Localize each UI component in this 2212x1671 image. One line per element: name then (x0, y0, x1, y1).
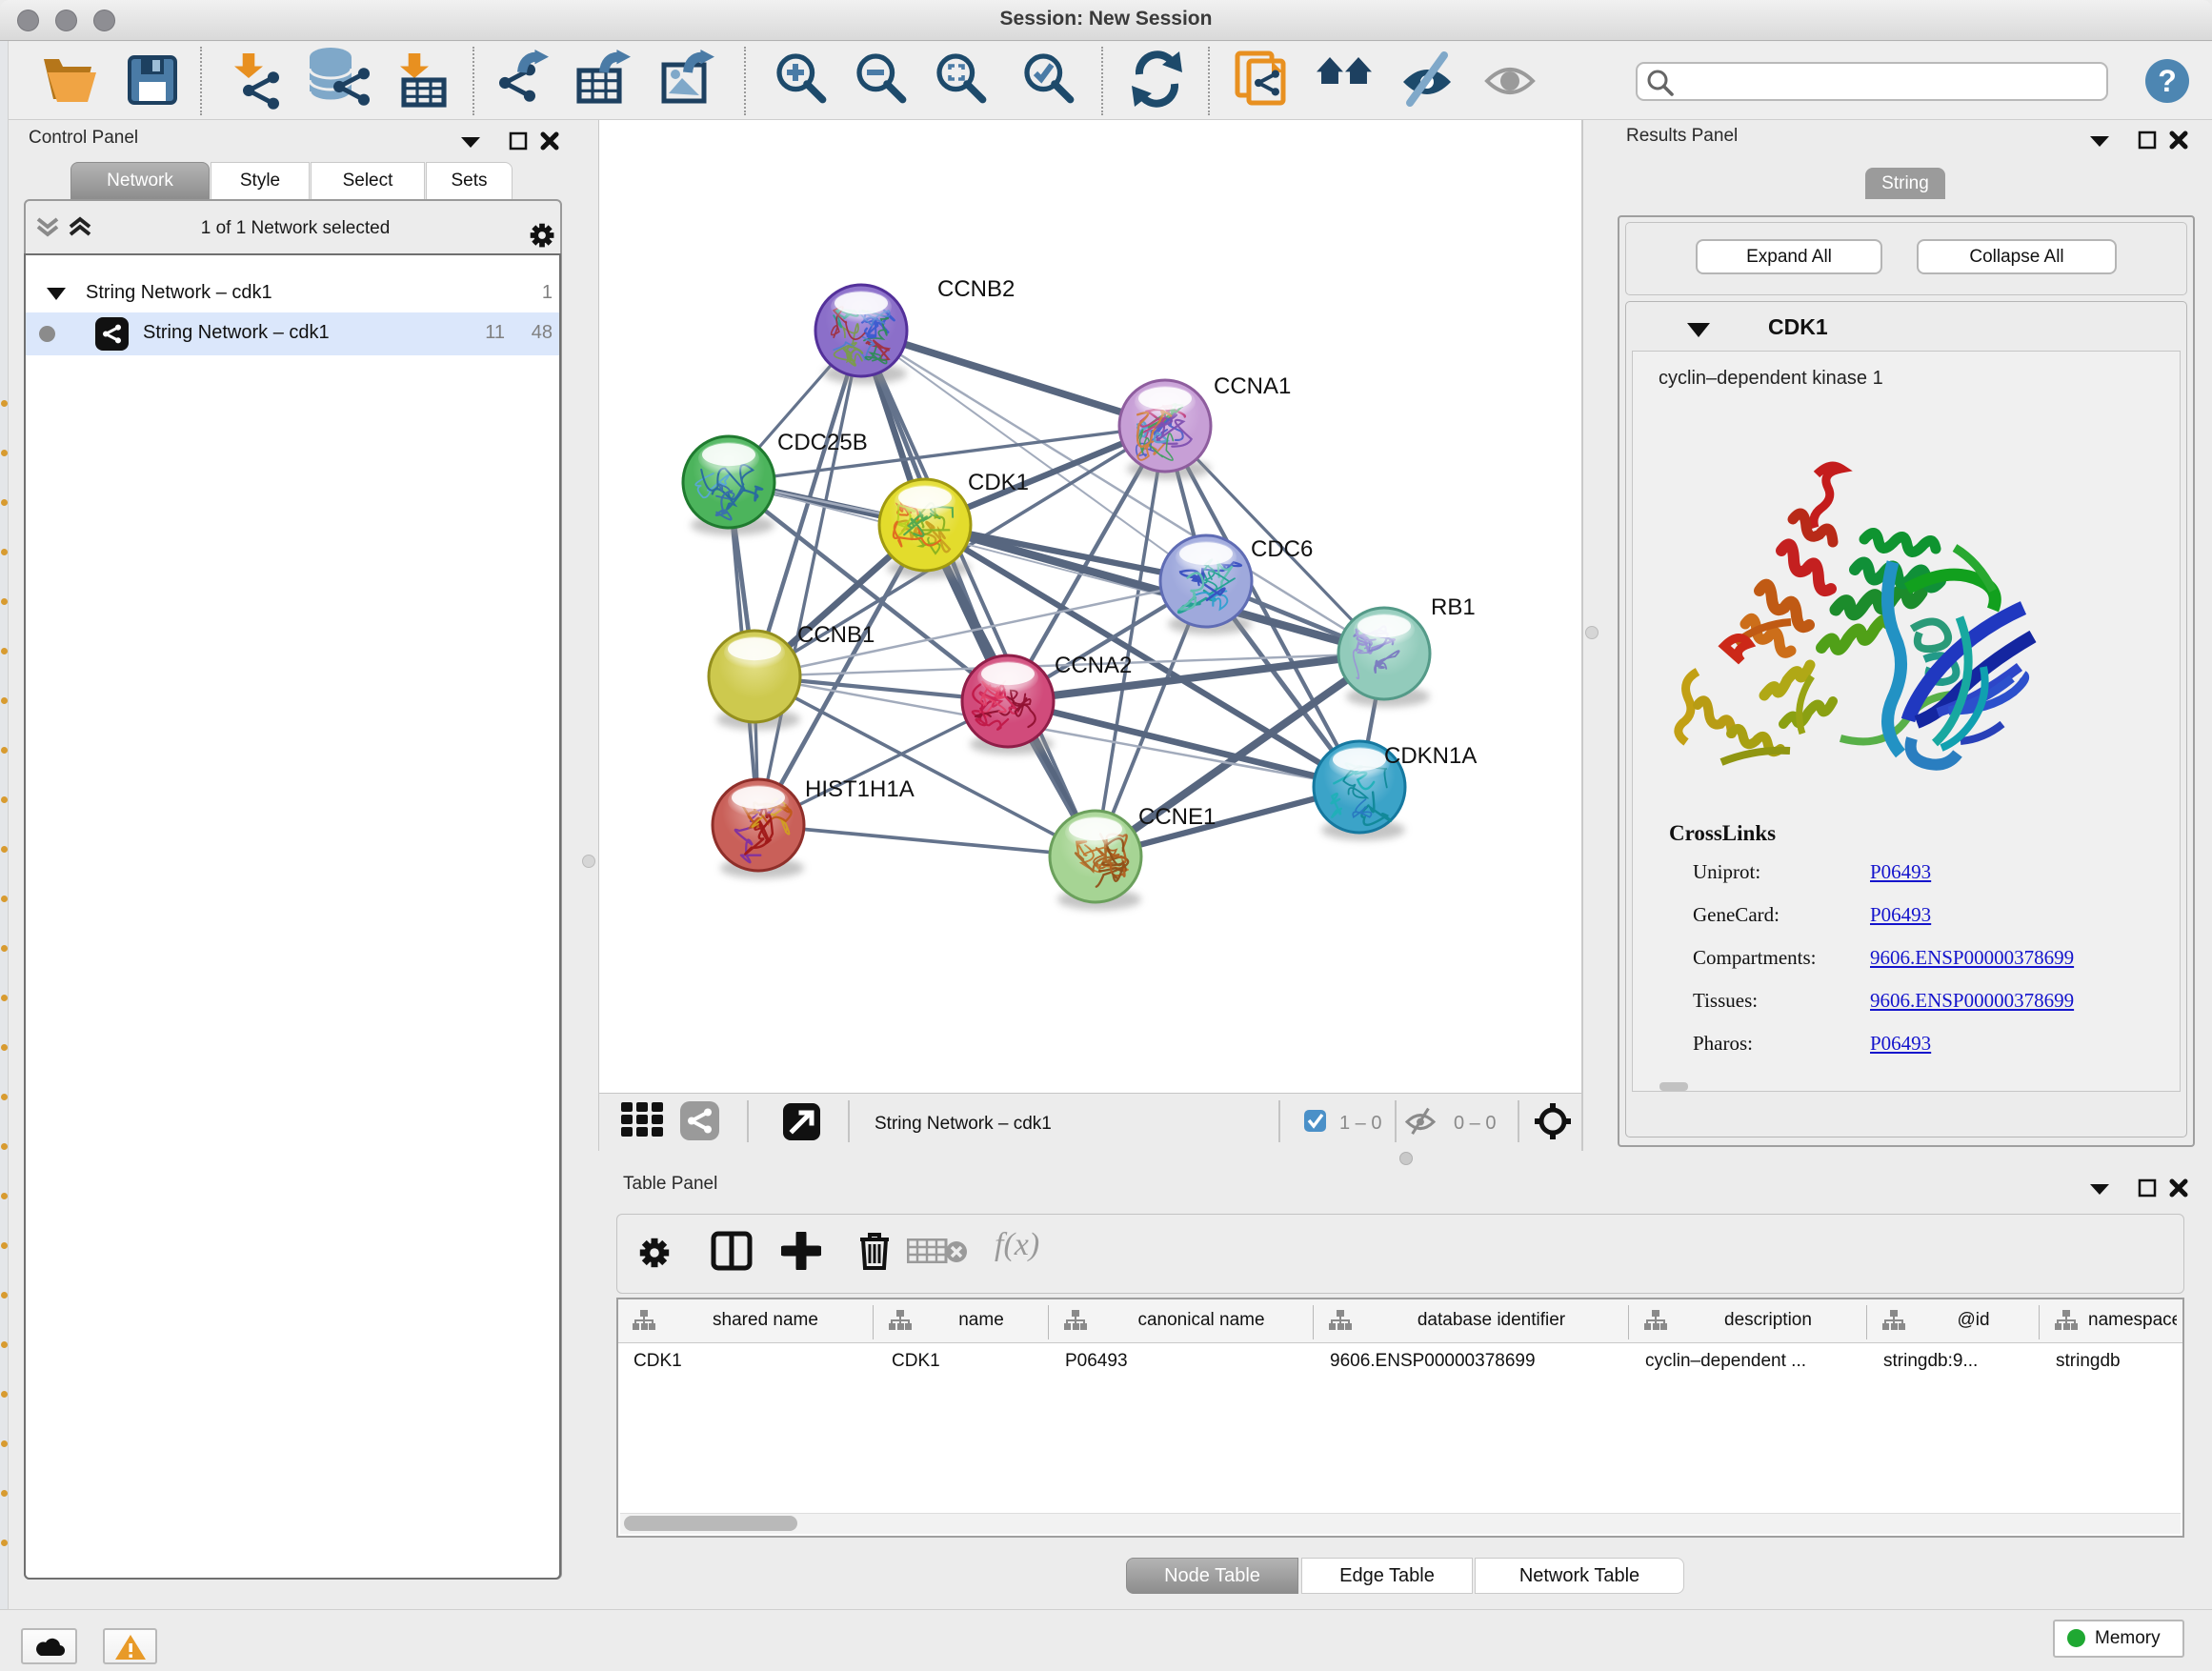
svg-text:CDK1: CDK1 (968, 470, 1029, 495)
svg-text:CCNA1: CCNA1 (1214, 373, 1291, 399)
svg-text:1 – 0: 1 – 0 (1339, 1113, 1381, 1134)
svg-text:CCNB1: CCNB1 (797, 622, 875, 648)
svg-text:CDKN1A: CDKN1A (1384, 743, 1477, 769)
svg-text:HIST1H1A: HIST1H1A (805, 776, 915, 802)
svg-text:CCNA2: CCNA2 (1055, 653, 1132, 678)
svg-text:CCNE1: CCNE1 (1138, 804, 1216, 830)
svg-text:CDC6: CDC6 (1251, 536, 1313, 562)
svg-text:CDC25B: CDC25B (777, 430, 868, 455)
svg-text:String Network – cdk1: String Network – cdk1 (875, 1114, 1052, 1134)
svg-text:0 – 0: 0 – 0 (1454, 1113, 1496, 1134)
svg-text:RB1: RB1 (1431, 594, 1476, 620)
svg-text:CCNB2: CCNB2 (937, 276, 1015, 302)
